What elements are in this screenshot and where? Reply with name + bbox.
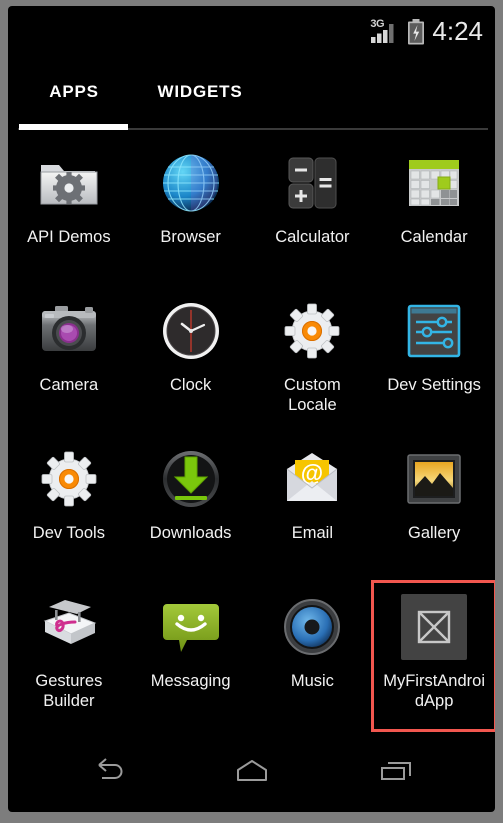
app-label: API Demos (27, 228, 111, 246)
app-item-camera[interactable]: Camera (8, 286, 130, 434)
nav-back-button[interactable] (79, 750, 137, 790)
app-item-calculator[interactable]: Calculator (252, 138, 374, 286)
placeholder-x-icon (398, 591, 470, 663)
status-clock: 4:24 (432, 16, 483, 46)
gesture-notepad-icon (33, 591, 105, 663)
camera-icon (33, 295, 105, 367)
app-item-dev-tools[interactable]: Dev Tools (8, 434, 130, 582)
gear-orange-icon (276, 295, 348, 367)
app-grid: API Demos Browser Calculator Calendar Ca… (8, 138, 495, 732)
home-icon (236, 760, 267, 781)
emulator-bezel: 3G 4:24 APPS WIDGETS API Demos Browser C… (0, 0, 503, 823)
gear-orange-icon (33, 443, 105, 515)
analog-clock-icon (155, 295, 227, 367)
speaker-icon (276, 591, 348, 663)
app-label: Downloads (149, 524, 232, 542)
app-item-messaging[interactable]: Messaging (130, 582, 252, 730)
nav-recents-button[interactable] (367, 750, 425, 790)
tab-apps[interactable]: APPS (18, 66, 130, 118)
app-label: Camera (39, 376, 99, 394)
app-label: Calendar (400, 228, 468, 246)
download-arrow-icon (155, 443, 227, 515)
photo-frame-icon (398, 443, 470, 515)
device-screen: 3G 4:24 APPS WIDGETS API Demos Browser C… (8, 6, 495, 812)
battery-charging-icon (407, 19, 425, 45)
recents-icon (380, 762, 411, 780)
app-item-myfirstandroidapp[interactable]: MyFirstAndroidApp (371, 580, 495, 732)
envelope-at-icon: @ (276, 443, 348, 515)
app-label: Dev Settings (387, 376, 481, 394)
signal-bars-icon: 3G (370, 17, 400, 47)
app-item-gallery[interactable]: Gallery (373, 434, 495, 582)
app-item-dev-settings[interactable]: Dev Settings (373, 286, 495, 434)
app-label: Dev Tools (32, 524, 105, 542)
sliders-icon (398, 295, 470, 367)
signal-bars-glyph (371, 24, 394, 43)
app-label: Gallery (407, 524, 461, 542)
speech-bubble-smile-icon (155, 591, 227, 663)
app-item-music[interactable]: Music (252, 582, 374, 730)
calculator-keys-icon (276, 147, 348, 219)
tab-bar: APPS WIDGETS (8, 66, 495, 132)
folder-gear-icon (33, 147, 105, 219)
navigation-bar (8, 728, 495, 812)
app-label: Calculator (275, 228, 350, 246)
app-label: Music (290, 672, 334, 690)
app-label: Messaging (150, 672, 231, 690)
app-item-email[interactable]: @ Email (252, 434, 374, 582)
app-label: Browser (160, 228, 221, 246)
globe-icon (155, 147, 227, 219)
app-item-clock[interactable]: Clock (130, 286, 252, 434)
app-label: MyFirstAndroidApp (383, 672, 485, 710)
status-bar: 3G 4:24 (8, 6, 495, 58)
calendar-grid-icon (398, 147, 470, 219)
app-item-gestures-builder[interactable]: Gestures Builder (8, 582, 130, 730)
app-label: Custom Locale (283, 376, 341, 414)
app-label: Email (291, 524, 333, 542)
app-label: Gestures Builder (35, 672, 103, 710)
app-item-calendar[interactable]: Calendar (373, 138, 495, 286)
app-label: Clock (169, 376, 212, 394)
app-item-custom-locale[interactable]: Custom Locale (252, 286, 374, 434)
nav-home-button[interactable] (223, 750, 281, 790)
app-item-api-demos[interactable]: API Demos (8, 138, 130, 286)
tab-widgets[interactable]: WIDGETS (130, 66, 270, 118)
tab-selected-indicator (19, 124, 128, 130)
app-item-browser[interactable]: Browser (130, 138, 252, 286)
tab-apps-label: APPS (49, 82, 99, 101)
battery-glyph (408, 19, 425, 45)
back-arrow-icon (97, 758, 122, 779)
app-item-downloads[interactable]: Downloads (130, 434, 252, 582)
tab-widgets-label: WIDGETS (157, 82, 243, 101)
